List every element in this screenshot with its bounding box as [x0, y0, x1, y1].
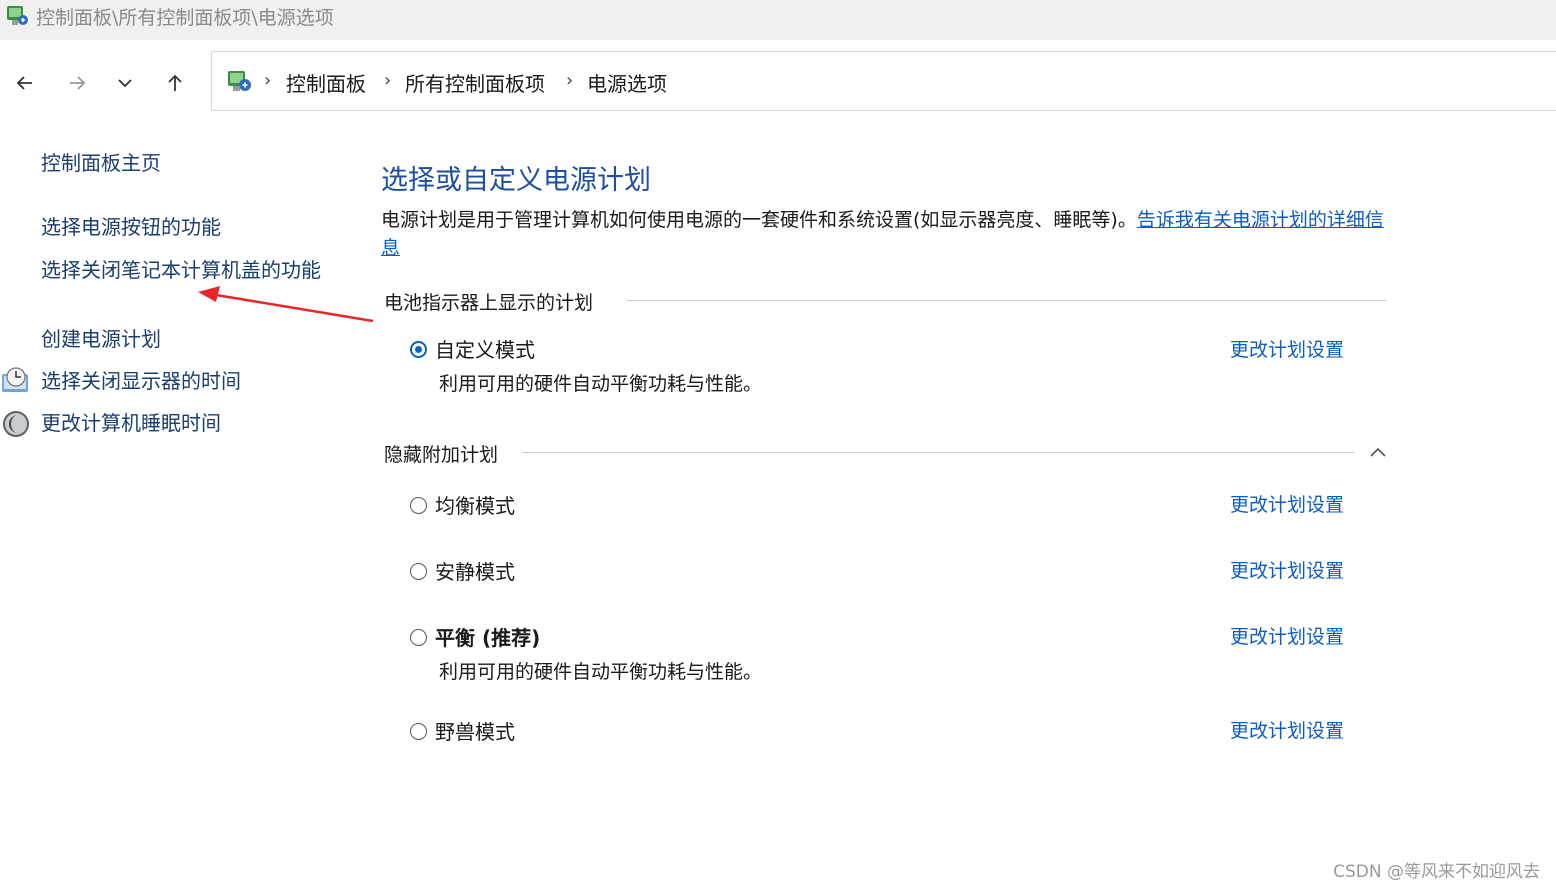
plan-radio-custom[interactable]	[410, 341, 427, 358]
breadcrumb-item-all-items[interactable]: 所有控制面板项	[405, 68, 545, 97]
plan-name-beast-mode[interactable]: 野兽模式	[435, 716, 515, 745]
plan-radio-beast-mode[interactable]	[410, 723, 427, 740]
control-panel-icon	[7, 6, 28, 25]
plan-name-balanced-mode[interactable]: 均衡模式	[435, 490, 515, 519]
forward-arrow-icon	[70, 76, 86, 90]
plan-desc-balanced-recommended: 利用可用的硬件自动平衡功耗与性能。	[439, 661, 763, 683]
change-plan-settings-link-balanced-mode[interactable]: 更改计划设置	[1230, 490, 1344, 517]
section-divider	[522, 452, 1354, 453]
sidebar-item-power-button[interactable]: 选择电源按钮的功能	[41, 213, 221, 241]
chevron-up-icon	[1370, 447, 1386, 457]
breadcrumb-separator: ›	[566, 70, 574, 91]
plan-radio-quiet-mode[interactable]	[410, 563, 427, 580]
sidebar-home-link[interactable]: 控制面板主页	[41, 149, 161, 177]
monitor-clock-icon	[2, 367, 28, 392]
plan-name-balanced-recommended[interactable]: 平衡 (推荐)	[435, 622, 540, 651]
battery-plans-heading: 电池指示器上显示的计划	[384, 292, 594, 314]
hidden-plans-heading[interactable]: 隐藏附加计划	[384, 440, 498, 467]
description-text: 电源计划是用于管理计算机如何使用电源的一套硬件和系统设置(如显示器亮度、睡眠等)…	[381, 209, 1137, 231]
change-plan-settings-link-custom[interactable]: 更改计划设置	[1230, 335, 1344, 362]
title-bar: 控制面板\所有控制面板项\电源选项	[0, 0, 1556, 40]
collapse-hidden-plans-button[interactable]	[1366, 440, 1390, 464]
watermark: CSDN @等风来不如迎风去	[1333, 862, 1540, 882]
change-plan-settings-link-quiet-mode[interactable]: 更改计划设置	[1230, 556, 1344, 583]
recent-locations-button[interactable]	[108, 66, 142, 100]
sidebar-item-create-plan[interactable]: 创建电源计划	[41, 325, 161, 353]
address-bar[interactable]: › 控制面板 › 所有控制面板项 › 电源选项	[211, 51, 1556, 111]
plan-desc-custom: 利用可用的硬件自动平衡功耗与性能。	[439, 373, 763, 395]
up-arrow-icon	[168, 74, 182, 91]
plan-name-quiet-mode[interactable]: 安静模式	[435, 556, 515, 585]
moon-sleep-icon	[3, 411, 29, 437]
plan-name-custom[interactable]: 自定义模式	[435, 334, 535, 363]
breadcrumb-item-power-options[interactable]: 电源选项	[587, 68, 667, 97]
change-plan-settings-link-beast-mode[interactable]: 更改计划设置	[1230, 716, 1344, 743]
annotation-arrow	[198, 286, 374, 323]
plan-radio-balanced-mode[interactable]	[410, 497, 427, 514]
section-divider	[627, 300, 1386, 301]
up-button[interactable]	[158, 66, 192, 100]
page-description: 电源计划是用于管理计算机如何使用电源的一套硬件和系统设置(如显示器亮度、睡眠等)…	[381, 206, 1391, 262]
control-panel-icon	[228, 71, 251, 91]
change-plan-settings-link-balanced-recommended[interactable]: 更改计划设置	[1230, 622, 1344, 649]
window-title: 控制面板\所有控制面板项\电源选项	[36, 7, 334, 29]
breadcrumb-separator: ›	[384, 70, 392, 91]
page-title: 选择或自定义电源计划	[381, 165, 651, 196]
sidebar-item-sleep-time[interactable]: 更改计算机睡眠时间	[41, 409, 221, 437]
sidebar-item-display-off[interactable]: 选择关闭显示器的时间	[41, 367, 241, 395]
back-button[interactable]	[8, 66, 42, 100]
breadcrumb-item-control-panel[interactable]: 控制面板	[286, 68, 366, 97]
chevron-down-icon	[118, 79, 132, 88]
forward-button[interactable]	[60, 66, 94, 100]
plan-radio-balanced-recommended[interactable]	[410, 629, 427, 646]
breadcrumb-separator: ›	[264, 70, 272, 91]
back-arrow-icon	[16, 76, 32, 90]
